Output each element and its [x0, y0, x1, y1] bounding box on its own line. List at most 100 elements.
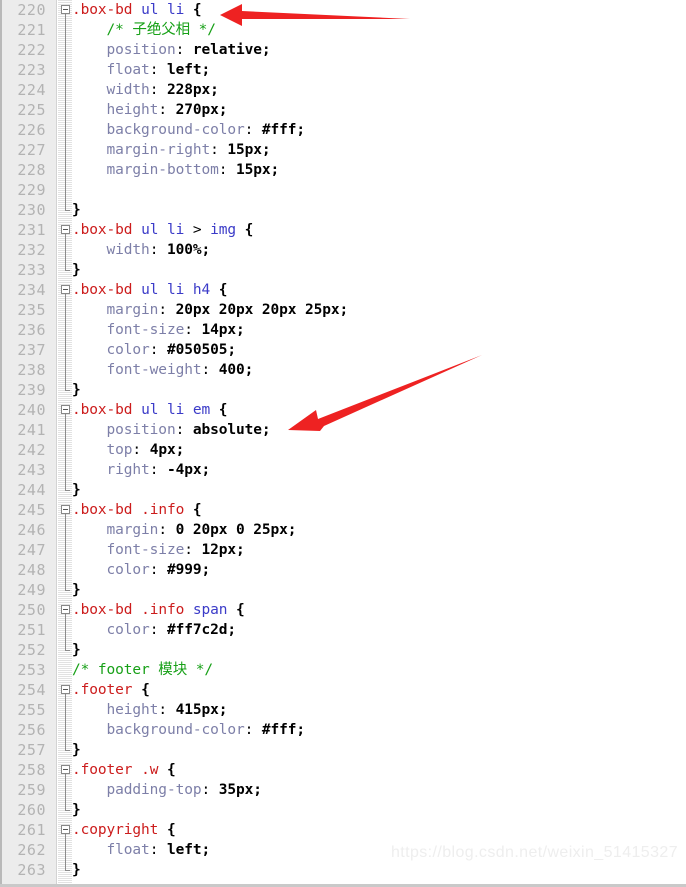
code-line[interactable]: 231 .box-bd ul li > img { [0, 220, 686, 240]
code-line[interactable]: 260} [0, 800, 686, 820]
code-line[interactable]: 220 .box-bd ul li { [0, 0, 686, 20]
token-plain: : [184, 542, 202, 558]
code-editor[interactable]: 220 .box-bd ul li {221 /* 子绝父相 */222 posi… [0, 0, 686, 887]
token-punc: { [166, 822, 176, 838]
fold-guide-end [65, 800, 70, 811]
code-line[interactable]: 227 margin-right: 15px; [0, 140, 686, 160]
code-text: } [72, 800, 81, 820]
code-text: .box-bd ul li { [72, 0, 202, 20]
code-line[interactable]: 243 right: -4px; [0, 460, 686, 480]
code-line[interactable]: 236 font-size: 14px; [0, 320, 686, 340]
code-line[interactable]: 239} [0, 380, 686, 400]
code-line[interactable]: 254 .footer { [0, 680, 686, 700]
fold-collapse-icon[interactable] [61, 505, 70, 514]
code-line[interactable]: 257} [0, 740, 686, 760]
code-line[interactable]: 253 /* footer 模块 */ [0, 660, 686, 680]
token-punc: ; [218, 702, 228, 718]
code-line[interactable]: 242 top: 4px; [0, 440, 686, 460]
fold-collapse-icon[interactable] [61, 225, 70, 234]
fold-guide-line [65, 240, 66, 260]
code-line[interactable]: 224 width: 228px; [0, 80, 686, 100]
fold-guide-line [65, 160, 66, 180]
line-number: 241 [17, 421, 46, 439]
token-prop: top [106, 442, 133, 458]
code-text: } [72, 860, 81, 880]
fold-guide-end [65, 740, 70, 751]
code-line[interactable]: 229 [0, 180, 686, 200]
code-text: width: 100%; [72, 240, 211, 260]
code-line[interactable]: 232 width: 100%; [0, 240, 686, 260]
code-lines[interactable]: 220 .box-bd ul li {221 /* 子绝父相 */222 posi… [0, 0, 686, 880]
token-plain: : [149, 622, 167, 638]
code-text: margin: 0 20px 0 25px; [72, 520, 297, 540]
code-line[interactable]: 263} [0, 860, 686, 880]
code-line[interactable]: 226 background-color: #fff; [0, 120, 686, 140]
code-line[interactable]: 228 margin-bottom: 15px; [0, 160, 686, 180]
fold-collapse-icon[interactable] [61, 405, 70, 414]
code-line[interactable]: 225 height: 270px; [0, 100, 686, 120]
line-number: 257 [17, 741, 46, 759]
code-text: .copyright { [72, 820, 176, 840]
code-line[interactable]: 249} [0, 580, 686, 600]
code-text: width: 228px; [72, 80, 219, 100]
code-text: } [72, 480, 81, 500]
code-line[interactable]: 244} [0, 480, 686, 500]
fold-collapse-icon[interactable] [61, 605, 70, 614]
code-line[interactable]: 237 color: #050505; [0, 340, 686, 360]
code-line[interactable]: 235 margin: 20px 20px 20px 25px; [0, 300, 686, 320]
code-line[interactable]: 221 /* 子绝父相 */ [0, 20, 686, 40]
code-line[interactable]: 223 float: left; [0, 60, 686, 80]
fold-collapse-icon[interactable] [61, 825, 70, 834]
code-line[interactable]: 255 height: 415px; [0, 700, 686, 720]
fold-collapse-icon[interactable] [61, 285, 70, 294]
line-number: 228 [17, 161, 46, 179]
code-line[interactable]: 248 color: #999; [0, 560, 686, 580]
code-line[interactable]: 238 font-weight: 400; [0, 360, 686, 380]
token-punc: ; [201, 842, 211, 858]
code-line[interactable]: 261 .copyright { [0, 820, 686, 840]
token-val: 400 [218, 362, 245, 378]
code-line[interactable]: 245 .box-bd .info { [0, 500, 686, 520]
code-line[interactable]: 251 color: #ff7c2d; [0, 620, 686, 640]
fold-collapse-icon[interactable] [61, 685, 70, 694]
token-val: 4px [149, 442, 176, 458]
token-prop: width [106, 82, 150, 98]
code-line[interactable]: 258 .footer .w { [0, 760, 686, 780]
code-text: font-size: 12px; [72, 540, 245, 560]
token-val: #fff [261, 722, 297, 738]
line-number: 229 [17, 181, 46, 199]
code-line[interactable]: 234 .box-bd ul li h4 { [0, 280, 686, 300]
fold-collapse-icon[interactable] [61, 765, 70, 774]
code-line[interactable]: 240 .box-bd ul li em { [0, 400, 686, 420]
token-com: /* 子绝父相 */ [106, 22, 216, 38]
token-plain: : [158, 702, 176, 718]
line-number: 221 [17, 21, 46, 39]
fold-guide-line [65, 540, 66, 560]
fold-collapse-icon[interactable] [61, 5, 70, 14]
code-line[interactable]: 230} [0, 200, 686, 220]
token-prop: margin [106, 302, 159, 318]
code-line[interactable]: 222 position: relative; [0, 40, 686, 60]
token-punc: ; [270, 162, 280, 178]
token-plain: : [149, 842, 167, 858]
token-punc: } [72, 582, 81, 598]
token-plain: : [132, 442, 150, 458]
code-line[interactable]: 250 .box-bd .info span { [0, 600, 686, 620]
line-number: 239 [17, 381, 46, 399]
code-line[interactable]: 252} [0, 640, 686, 660]
code-line[interactable]: 256 background-color: #fff; [0, 720, 686, 740]
code-line[interactable]: 241 position: absolute; [0, 420, 686, 440]
line-number: 258 [17, 761, 46, 779]
code-line[interactable]: 246 margin: 0 20px 0 25px; [0, 520, 686, 540]
token-val: 35px [218, 782, 254, 798]
code-line[interactable]: 259 padding-top: 35px; [0, 780, 686, 800]
code-line[interactable]: 233} [0, 260, 686, 280]
code-text: } [72, 740, 81, 760]
code-text: /* footer 模块 */ [72, 660, 213, 680]
token-val: relative [192, 42, 262, 58]
code-line[interactable]: 247 font-size: 12px; [0, 540, 686, 560]
code-text: /* 子绝父相 */ [72, 20, 216, 40]
code-text: right: -4px; [72, 460, 211, 480]
